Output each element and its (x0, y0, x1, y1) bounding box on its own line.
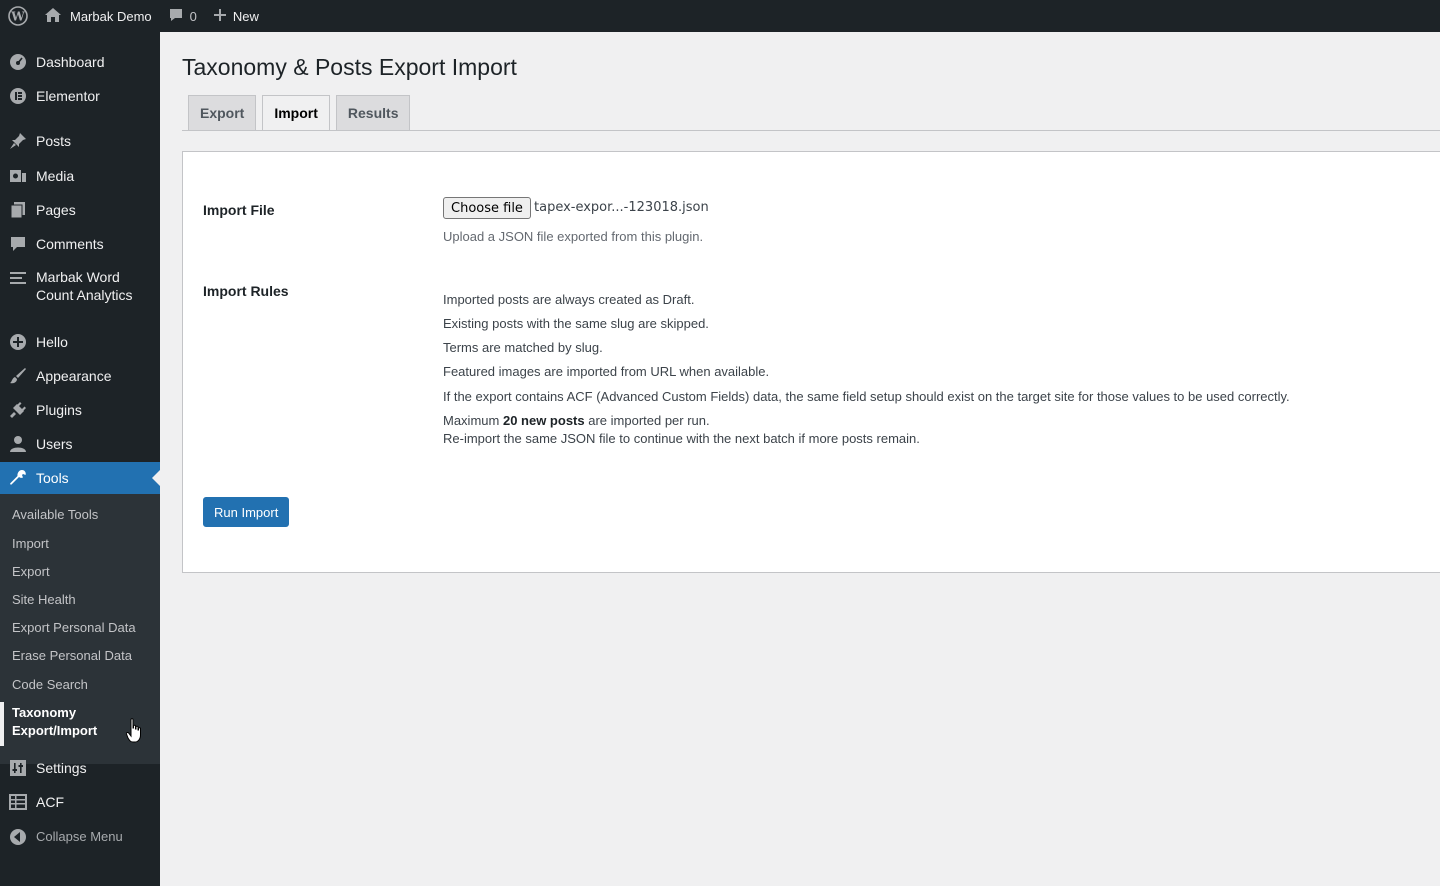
import-rule-reimport: Re-import the same JSON file to continue… (443, 431, 920, 446)
run-import-button[interactable]: Run Import (203, 497, 290, 527)
admin-bar: W Marbak Demo 0 New (0, 0, 1440, 32)
pin-icon (0, 132, 36, 150)
import-rule-maximum: Maximum 20 new posts are imported per ru… (443, 413, 710, 428)
tab-export[interactable]: Export (188, 95, 257, 130)
collapse-arrow-icon (0, 828, 36, 846)
svg-text:W: W (10, 10, 25, 24)
plug-icon (0, 401, 36, 419)
sidebar-item-settings[interactable]: Settings (0, 758, 160, 778)
dashboard-icon (0, 53, 36, 71)
import-file-label: Import File (203, 202, 275, 218)
submenu-item-erase-personal-data[interactable]: Erase Personal Data (12, 647, 132, 665)
list-icon (0, 268, 36, 286)
sidebar-item-tools[interactable]: Tools (0, 462, 160, 494)
submenu-item-taxonomy-export-import[interactable]: Taxonomy Export/Import (12, 704, 122, 740)
sidebar-item-appearance[interactable]: Appearance (0, 366, 160, 386)
tab-divider (182, 130, 1440, 131)
plus-icon (213, 8, 227, 25)
media-icon (0, 167, 36, 185)
tab-bar: Export Import Results (182, 95, 411, 131)
sidebar-item-elementor[interactable]: Elementor (0, 86, 160, 106)
submenu-item-available-tools[interactable]: Available Tools (12, 506, 98, 524)
sidebar-item-word-count-analytics[interactable]: Marbak Word Count Analytics (0, 268, 160, 306)
page-title: Taxonomy & Posts Export Import (182, 54, 517, 80)
import-rule-slug-skip: Existing posts with the same slug are sk… (443, 316, 709, 331)
submenu-item-import[interactable]: Import (12, 535, 49, 553)
import-rule-draft: Imported posts are always created as Dra… (443, 292, 695, 307)
admin-bar-new[interactable]: New (205, 0, 267, 32)
sidebar-item-dashboard[interactable]: Dashboard (0, 52, 160, 72)
home-icon (44, 7, 62, 26)
selected-file-name: tapex-expor...-123018.json (534, 200, 709, 215)
choose-file-button[interactable]: Choose file (443, 197, 531, 219)
user-icon (0, 435, 36, 453)
tab-import[interactable]: Import (262, 95, 330, 131)
max-posts-count: 20 new posts (502, 413, 585, 428)
wrench-icon (0, 469, 36, 487)
import-file-description: Upload a JSON file exported from this pl… (443, 229, 704, 244)
brush-icon (0, 367, 36, 385)
sliders-icon (0, 759, 36, 777)
comment-bubble-icon (168, 7, 184, 26)
sidebar-item-plugins[interactable]: Plugins (0, 400, 160, 420)
import-panel: Import File Choose file tapex-expor...-1… (182, 151, 1440, 573)
collapse-menu-button[interactable]: Collapse Menu (0, 827, 160, 847)
sidebar-item-users[interactable]: Users (0, 434, 160, 454)
import-rules-label: Import Rules (203, 283, 289, 299)
sidebar-item-comments[interactable]: Comments (0, 234, 160, 254)
comment-icon (0, 235, 36, 253)
import-rule-acf: If the export contains ACF (Advanced Cus… (443, 389, 1290, 404)
current-menu-arrow (152, 470, 160, 486)
admin-bar-site-link[interactable]: Marbak Demo (36, 0, 160, 32)
submenu-item-code-search[interactable]: Code Search (12, 676, 88, 694)
main-content: Taxonomy & Posts Export Import Export Im… (160, 32, 1440, 886)
elementor-icon (0, 87, 36, 105)
sidebar-item-hello[interactable]: Hello (0, 332, 160, 352)
submenu-active-indicator (0, 702, 4, 746)
import-rule-featured-images: Featured images are imported from URL wh… (443, 364, 770, 379)
hand-cursor-icon (125, 718, 144, 747)
plus-circle-icon (0, 333, 36, 351)
sidebar-item-media[interactable]: Media (0, 166, 160, 186)
admin-sidebar: Dashboard Elementor Posts Media Pages Co… (0, 32, 160, 886)
sidebar-item-pages[interactable]: Pages (0, 200, 160, 220)
submenu-item-site-health[interactable]: Site Health (12, 591, 76, 609)
site-name: Marbak Demo (70, 8, 152, 24)
table-icon (0, 793, 36, 811)
admin-bar-comments[interactable]: 0 (160, 0, 205, 32)
new-label: New (232, 8, 259, 24)
import-rule-terms: Terms are matched by slug. (443, 340, 603, 355)
comments-count: 0 (189, 8, 197, 24)
pages-icon (0, 201, 36, 219)
submenu-item-export-personal-data[interactable]: Export Personal Data (12, 619, 136, 637)
sidebar-item-acf[interactable]: ACF (0, 792, 160, 812)
tab-results[interactable]: Results (335, 95, 411, 130)
wordpress-logo-icon[interactable]: W (0, 0, 36, 32)
submenu-item-export[interactable]: Export (12, 563, 50, 581)
sidebar-item-posts[interactable]: Posts (0, 131, 160, 151)
